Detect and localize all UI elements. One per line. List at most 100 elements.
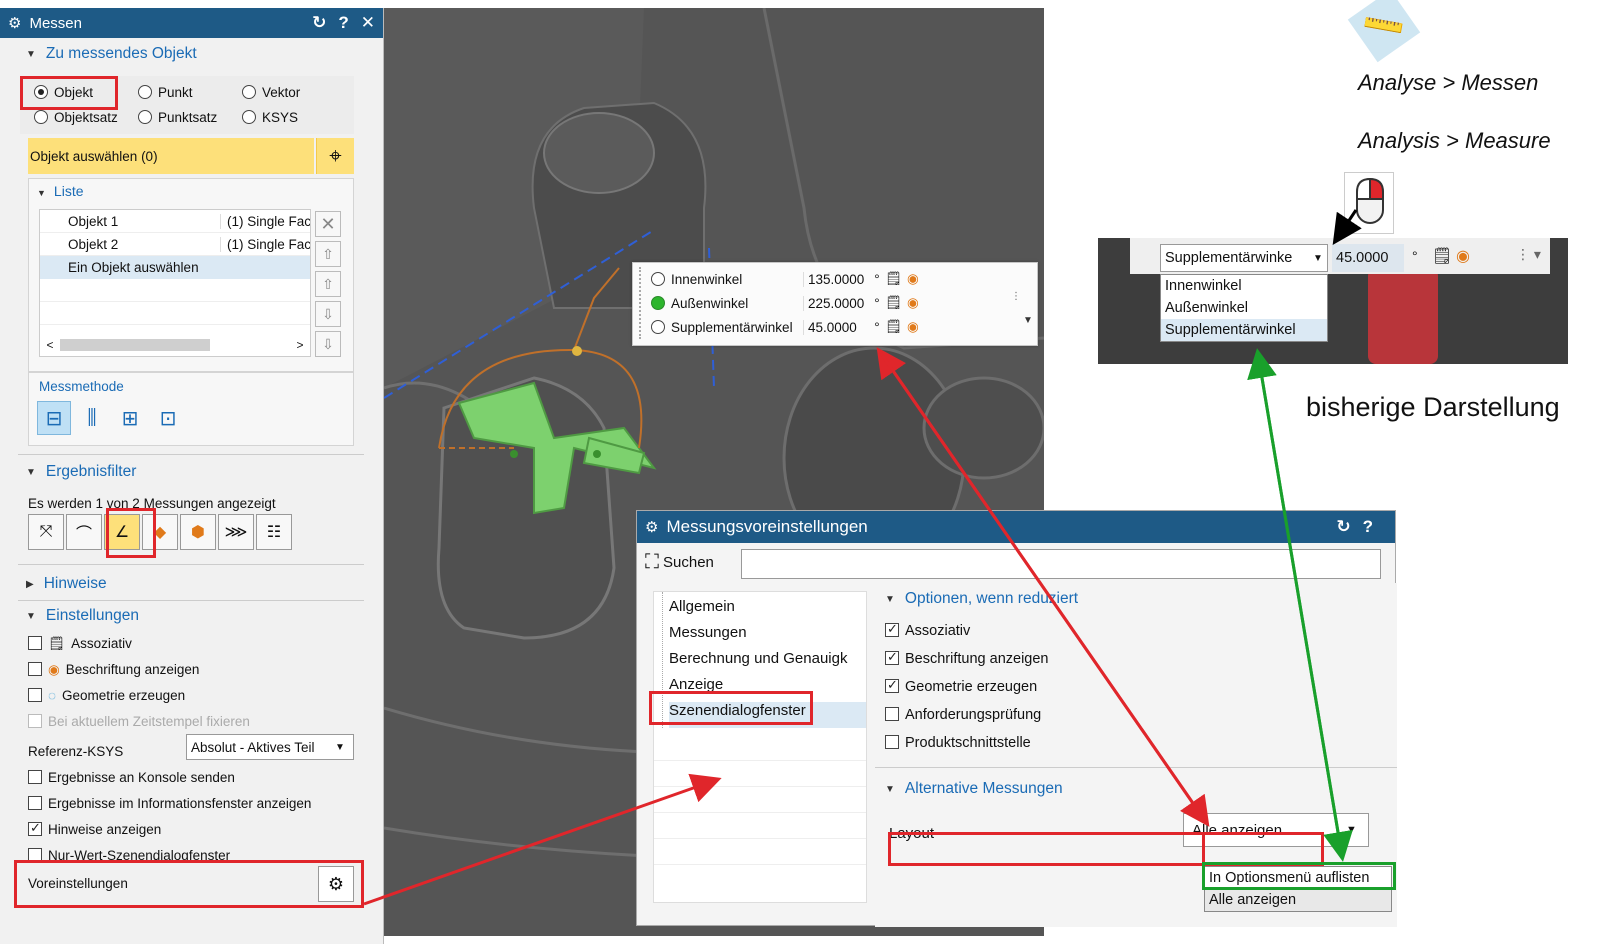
radio-punktsatz[interactable]: Punktsatz — [138, 110, 217, 125]
gear-icon: ⚙ — [645, 519, 659, 536]
move-bottom-icon[interactable]: ⇩ — [315, 331, 341, 357]
voreinstellungen-label: Voreinstellungen — [28, 876, 128, 891]
opt-produkt[interactable]: Produktschnittstelle — [885, 735, 1031, 751]
help-icon[interactable]: ? — [1363, 517, 1373, 537]
ref-ksys-select[interactable]: Absolut - Aktives Teil ▼ — [186, 734, 354, 760]
filter-curve-icon[interactable]: ⌒ — [66, 514, 102, 550]
old-dropdown[interactable]: Supplementärwinke ▼ — [1160, 244, 1328, 272]
move-top-icon[interactable]: ⇧ — [315, 241, 341, 267]
option-menu-highlight — [1202, 862, 1396, 890]
list-item[interactable]: Ein Objekt auswählen — [40, 256, 310, 279]
opt-anforderung[interactable]: Anforderungsprüfung — [885, 707, 1041, 723]
chevron-down-icon: ▼ — [26, 48, 36, 60]
cb-hinweise[interactable]: Hinweise anzeigen — [28, 820, 161, 837]
section-filter-header[interactable]: ▼ Ergebnisfilter — [0, 458, 136, 486]
radio-objekt[interactable]: Objekt — [34, 85, 93, 100]
preferences-icon[interactable]: ⚙ — [318, 866, 354, 902]
radio-punkt[interactable]: Punkt — [138, 85, 193, 100]
associative-icon[interactable]: 🗒 — [885, 319, 907, 335]
menu-path-de: Analyse > Messen — [1358, 70, 1539, 95]
method-label: Messmethode — [39, 379, 124, 394]
old-view-screenshot: Supplementärwinke ▼ 45.0000 ° 🗒 ◉ ⋮ ▾ In… — [1098, 238, 1568, 364]
radio-vektor[interactable]: Vektor — [242, 85, 300, 100]
reset-icon[interactable]: ↻ — [312, 13, 326, 33]
select-object-bar[interactable]: Objekt auswählen (0) — [28, 138, 314, 174]
cb-geometrie[interactable]: ◌ Geometrie erzeugen — [28, 688, 185, 703]
filter-hatch-icon[interactable]: ⋙ — [218, 514, 254, 550]
list-item[interactable]: Objekt 2 (1) Single Fac — [40, 233, 310, 256]
list-header[interactable]: ▼ Liste — [37, 183, 84, 199]
mouse-right-click-icon — [1344, 172, 1394, 234]
binoculars-icon: ⛶ — [645, 551, 659, 573]
ref-ksys-label: Referenz-KSYS — [28, 744, 124, 759]
old-show-label-icon[interactable]: ◉ — [1456, 246, 1470, 266]
opt-geometrie[interactable]: Geometrie erzeugen — [885, 677, 1037, 695]
filter-distance-icon[interactable]: ⤧ — [28, 514, 64, 550]
chevron-down-icon: ▼ — [1313, 252, 1323, 264]
reset-icon[interactable]: ↻ — [1336, 517, 1350, 537]
tree-item-berechnung[interactable]: Berechnung und Genauigk — [669, 650, 866, 676]
search-input[interactable] — [741, 549, 1381, 579]
old-associative-icon[interactable]: 🗒 — [1432, 246, 1452, 266]
show-label-icon[interactable]: ◉ — [907, 319, 919, 335]
section-settings-header[interactable]: ▼ Einstellungen — [0, 602, 139, 630]
cb-beschriftung[interactable]: ◉ Beschriftung anzeigen — [28, 662, 199, 678]
show-label-icon[interactable]: ◉ — [907, 271, 919, 287]
old-option-supplementary[interactable]: Supplementärwinkel — [1161, 319, 1327, 341]
associative-icon[interactable]: 🗒 — [885, 271, 907, 287]
filter-body-icon[interactable]: ⬢ — [180, 514, 216, 550]
angle-row-inner[interactable]: Innenwinkel 135.0000 ° 🗒 ◉ — [651, 267, 991, 291]
remove-icon[interactable]: ✕ — [315, 211, 341, 237]
cb-konsole[interactable]: Ergebnisse an Konsole senden — [28, 770, 235, 785]
popup-more-icon[interactable]: ⋮ — [1011, 291, 1021, 302]
filter-buttons: ⤧ ⌒ ∠ ◆ ⬢ ⋙ ☷ — [28, 514, 294, 550]
method-length-icon[interactable]: ⊞ — [113, 401, 147, 435]
move-up-icon[interactable]: ⇧ — [315, 271, 341, 297]
associative-icon[interactable]: 🗒 — [885, 295, 907, 311]
old-option-inner[interactable]: Innenwinkel — [1161, 275, 1327, 297]
radio-ksys[interactable]: KSYS — [242, 110, 298, 125]
opt-assoziativ[interactable]: Assoziativ — [885, 621, 970, 639]
method-buttons: ⊟ ⫼ ⊞ ⊡ — [37, 401, 185, 435]
close-icon[interactable]: ✕ — [361, 13, 375, 33]
move-down-icon[interactable]: ⇩ — [315, 301, 341, 327]
menu-path-en: Analysis > Measure — [1358, 128, 1551, 153]
old-more-icon[interactable]: ⋮ ▾ — [1516, 246, 1541, 263]
measure-dialog: ⚙ Messen ↻ ? ✕ ▼ Zu messendes Objekt Obj… — [0, 8, 384, 944]
angle-row-supplementary[interactable]: Supplementärwinkel 45.0000 ° 🗒 ◉ — [651, 315, 991, 339]
opt-beschriftung[interactable]: Beschriftung anzeigen — [885, 649, 1049, 667]
method-distance-icon[interactable]: ⊟ — [37, 401, 71, 435]
section-alt-header[interactable]: ▼ Alternative Messungen — [875, 773, 1063, 805]
crosshair-icon[interactable]: ⌖ — [316, 138, 354, 174]
angle-scene-dialog: Innenwinkel 135.0000 ° 🗒 ◉ Außenwinkel 2… — [632, 262, 1038, 346]
show-label-icon[interactable]: ◉ — [907, 295, 919, 311]
section-options-header[interactable]: ▼ Optionen, wenn reduziert — [875, 583, 1397, 615]
angle-filter-highlight — [106, 508, 156, 558]
search-label: Suchen — [663, 554, 714, 571]
radio-objektsatz[interactable]: Objektsatz — [34, 110, 118, 125]
section-hints-header[interactable]: ▶ Hinweise — [0, 570, 107, 598]
popup-dropdown-icon[interactable]: ▼ — [1023, 315, 1033, 326]
section-object-header[interactable]: ▼ Zu messendes Objekt — [0, 40, 383, 68]
filter-table-icon[interactable]: ☷ — [256, 514, 292, 550]
list-panel: ▼ Liste Objekt 1 (1) Single Fac Objekt 2 … — [28, 178, 354, 372]
cb-infofenster[interactable]: Ergebnisse im Informationsfenster anzeig… — [28, 796, 311, 811]
object-list[interactable]: Objekt 1 (1) Single Fac Objekt 2 (1) Sin… — [39, 209, 311, 357]
method-projected-icon[interactable]: ⫼ — [75, 401, 109, 435]
section-object-label: Zu messendes Objekt — [45, 45, 197, 62]
layout-option-all[interactable]: Alle anzeigen — [1205, 889, 1391, 911]
horizontal-scrollbar[interactable]: < > — [40, 334, 310, 356]
help-icon[interactable]: ? — [338, 13, 348, 33]
old-option-outer[interactable]: Außenwinkel — [1161, 297, 1327, 319]
chevron-down-icon: ▼ — [335, 741, 345, 753]
cb-assoziativ[interactable]: 🗒 Assoziativ — [28, 636, 132, 652]
method-angle-icon[interactable]: ⊡ — [151, 401, 185, 435]
settings-title: Messungsvoreinstellungen — [666, 517, 868, 536]
measure-titlebar: ⚙ Messen ↻ ? ✕ — [0, 8, 383, 38]
list-item[interactable]: Objekt 1 (1) Single Fac — [40, 210, 310, 233]
angle-row-outer[interactable]: Außenwinkel 225.0000 ° 🗒 ◉ — [651, 291, 991, 315]
ruler-icon: 📏 — [1347, 0, 1421, 63]
tree-item-messungen[interactable]: Messungen — [669, 624, 866, 650]
tree-item-allgemein[interactable]: Allgemein — [669, 598, 866, 624]
search-row: ⛶ Suchen — [645, 551, 714, 574]
